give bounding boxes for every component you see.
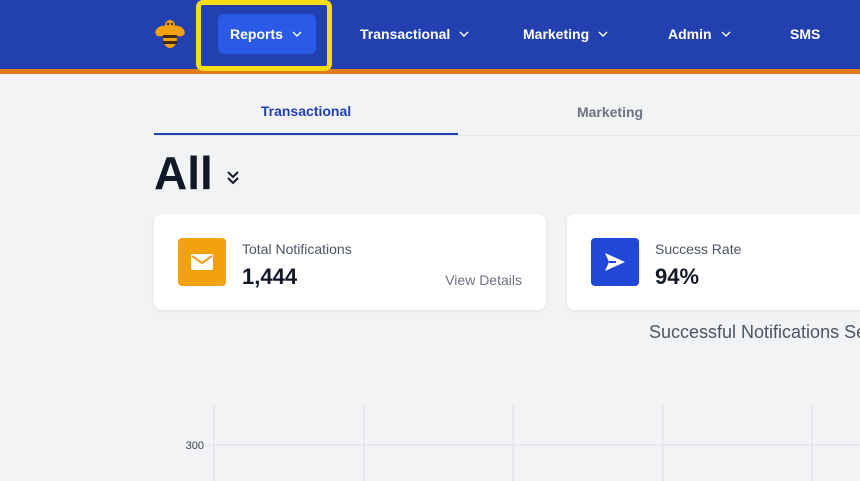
stat-card-total-notifications: Total Notifications 1,444 View Details xyxy=(154,214,546,310)
top-navigation-bar: Reports Transactional Marketing Admin SM… xyxy=(0,0,860,74)
stat-label: Success Rate xyxy=(655,241,742,257)
nav-transactional[interactable]: Transactional xyxy=(348,14,482,54)
chart-title: Successful Notifications Se xyxy=(649,322,860,342)
stat-value: 1,444 xyxy=(242,264,298,289)
envelope-icon xyxy=(178,238,226,286)
nav-sms[interactable]: SMS xyxy=(778,14,832,54)
y-tick-label: 300 xyxy=(186,440,204,452)
chevron-down-icon xyxy=(459,31,469,37)
tab-transactional-label: Transactional xyxy=(260,102,352,119)
bee-logo-icon[interactable] xyxy=(152,16,188,52)
stat-label: Total Notifications xyxy=(242,241,352,257)
double-chevron-down-icon xyxy=(227,171,239,185)
tab-marketing-label: Marketing xyxy=(576,103,644,120)
highlight-box xyxy=(196,0,332,71)
view-details-link[interactable]: View Details xyxy=(445,272,522,288)
chevron-down-icon xyxy=(598,31,608,37)
filter-title: All xyxy=(154,147,213,199)
nav-sms-label: SMS xyxy=(790,26,821,42)
nav-admin[interactable]: Admin xyxy=(656,14,744,54)
tabs-divider xyxy=(154,135,860,136)
chevron-down-icon xyxy=(721,31,731,37)
send-arrow-icon xyxy=(591,238,639,286)
nav-transactional-label: Transactional xyxy=(360,26,451,42)
tab-marketing[interactable]: Marketing xyxy=(458,88,762,135)
tab-transactional[interactable]: Transactional xyxy=(154,88,458,135)
stat-card-success-rate: Success Rate 94% xyxy=(567,214,860,310)
nav-marketing-label: Marketing xyxy=(523,26,590,42)
notifications-chart: 300 xyxy=(186,404,860,481)
stat-value: 94% xyxy=(655,264,700,289)
report-tabs: Transactional Marketing xyxy=(154,88,860,136)
nav-admin-label: Admin xyxy=(668,26,712,42)
filter-dropdown[interactable]: All xyxy=(154,146,241,200)
nav-marketing[interactable]: Marketing xyxy=(511,14,621,54)
